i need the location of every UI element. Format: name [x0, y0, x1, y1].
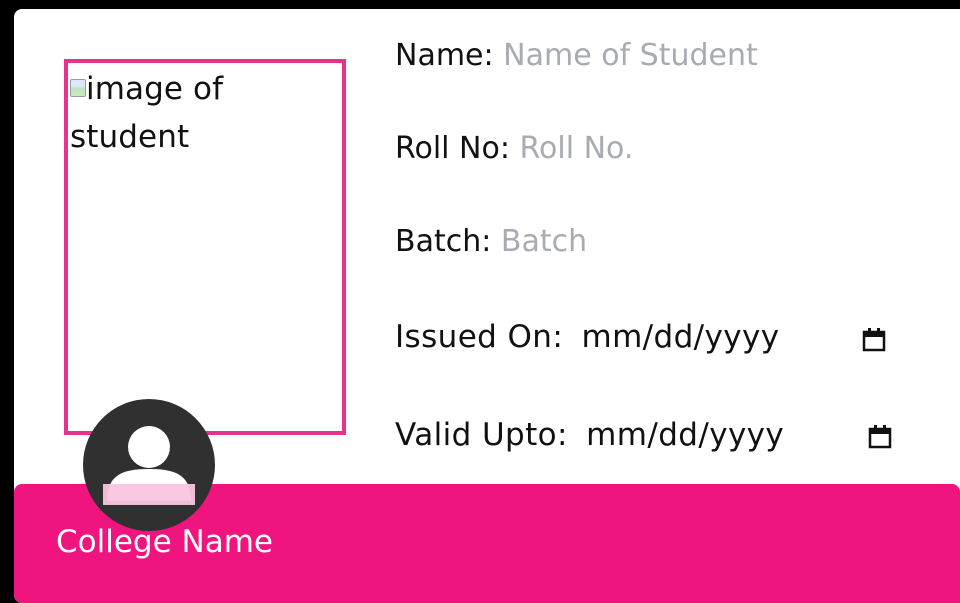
issued-on-field: Issued On: mm/dd/yyyy: [395, 319, 780, 355]
id-card: image of student Name: Name of Student R…: [14, 9, 960, 603]
roll-value[interactable]: Roll No.: [520, 131, 634, 166]
user-avatar-icon: [103, 426, 195, 505]
roll-field: Roll No: Roll No.: [395, 131, 633, 166]
name-label: Name:: [395, 38, 494, 73]
student-photo-frame: image of student: [64, 59, 346, 435]
roll-label: Roll No:: [395, 131, 510, 166]
issued-on-label: Issued On:: [395, 319, 564, 355]
issued-on-date-input[interactable]: mm/dd/yyyy: [581, 319, 779, 355]
name-value[interactable]: Name of Student: [503, 38, 758, 73]
calendar-icon[interactable]: [861, 327, 887, 353]
valid-upto-field: Valid Upto: mm/dd/yyyy: [395, 417, 784, 453]
batch-label: Batch:: [395, 224, 492, 259]
name-field: Name: Name of Student: [395, 38, 758, 73]
batch-field: Batch: Batch: [395, 224, 587, 259]
batch-value[interactable]: Batch: [501, 224, 587, 259]
valid-upto-label: Valid Upto:: [395, 417, 568, 453]
valid-upto-date-input[interactable]: mm/dd/yyyy: [586, 417, 784, 453]
student-photo-alt-text: image of student: [70, 71, 224, 155]
avatar: [83, 399, 215, 531]
student-photo: image of student: [70, 65, 340, 161]
calendar-icon[interactable]: [867, 424, 893, 450]
broken-image-icon: [70, 79, 86, 97]
